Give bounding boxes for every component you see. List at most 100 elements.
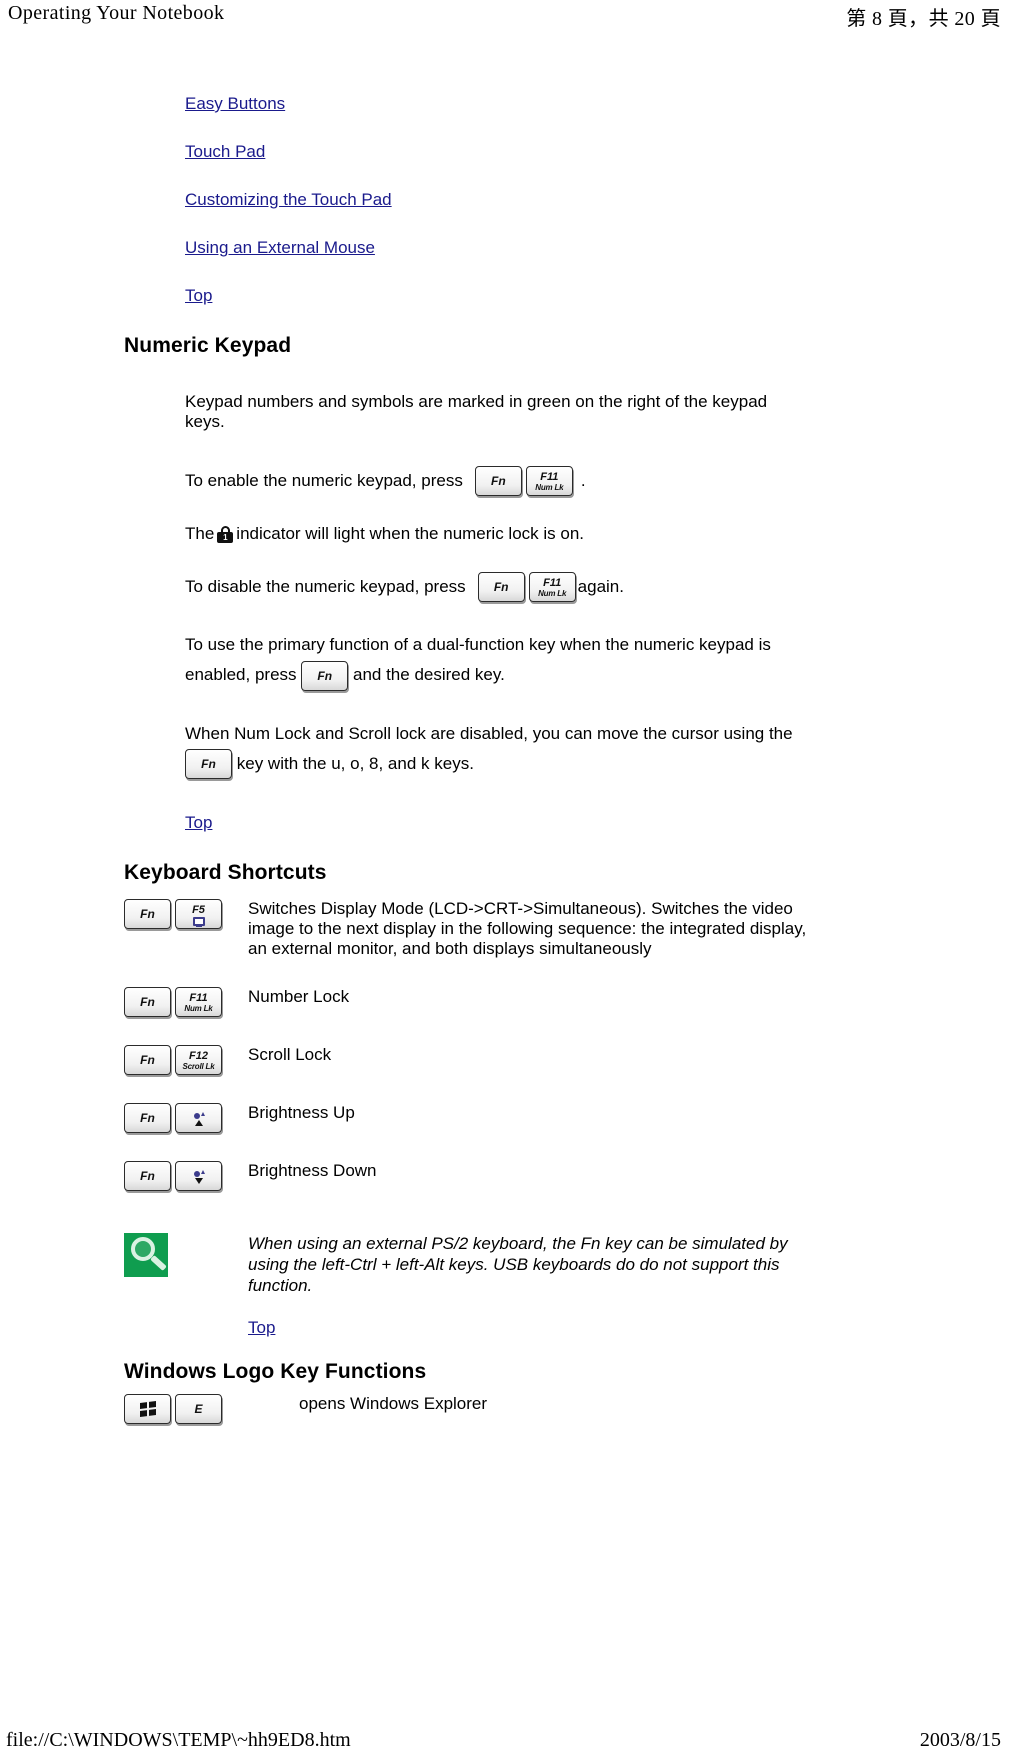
- keycap-fn: Fn: [124, 987, 171, 1018]
- disable-text-before: To disable the numeric keypad, press: [185, 577, 466, 596]
- brightness-down-icon: [193, 1170, 205, 1185]
- keyboard-shortcuts-table: Fn F5 Switches Display Mode (LCD->CRT->S…: [0, 885, 1013, 1338]
- note-callout: When using an external PS/2 keyboard, th…: [0, 1217, 1013, 1296]
- keycap-f11-bottom-label: Num Lk: [184, 1004, 213, 1014]
- shortcut-row: Fn Brightness Up: [0, 1101, 1013, 1134]
- keycombo-fn-brightness-up: Fn: [124, 1103, 222, 1134]
- toc-link-list: Easy Buttons Touch Pad Customizing the T…: [0, 34, 1013, 306]
- shortcut-row: Fn F12 Scroll Lk Scroll Lock: [0, 1043, 1013, 1076]
- keycap-fn: Fn: [474, 466, 522, 496]
- keycap-f11-top-label: F11: [189, 992, 208, 1005]
- monitor-icon: [192, 916, 205, 926]
- magnifier-handle: [150, 1255, 167, 1271]
- page-header-page-indicator: 第 8 頁，共 20 頁: [846, 8, 1001, 30]
- heading-numeric-keypad: Numeric Keypad: [124, 334, 292, 357]
- keycap-fn: Fn: [124, 1103, 171, 1134]
- keycap-windows-logo: [124, 1394, 171, 1425]
- keycap-f11-top-label: F11: [543, 577, 562, 589]
- keycap-f12-bottom-label: Scroll Lk: [182, 1062, 215, 1072]
- disable-text-after: again.: [577, 577, 624, 596]
- note-icon-cell: [124, 1233, 248, 1278]
- windows-logo-description: opens Windows Explorer: [299, 1394, 488, 1414]
- page-footer: file://C:\WINDOWS\TEMP\~hh9ED8.htm 2003/…: [0, 1718, 1013, 1754]
- top-link-row-2: Top: [0, 813, 1013, 833]
- numeric-keypad-indicator-row: The 1 indicator will light when the nume…: [0, 524, 1013, 544]
- shortcut-description: Brightness Down: [248, 1161, 377, 1181]
- page-footer-file-path: file://C:\WINDOWS\TEMP\~hh9ED8.htm: [6, 1729, 351, 1751]
- keycombo-fn-f11-disable: Fn F11 Num Lk: [477, 572, 576, 602]
- shortcut-description: Scroll Lock: [248, 1045, 332, 1065]
- keycap-fn-label: Fn: [493, 580, 509, 594]
- keycombo-fn-f11: Fn F11 Num Lk: [124, 987, 222, 1018]
- keycombo-fn-f12: Fn F12 Scroll Lk: [124, 1045, 222, 1076]
- keycap-brightness-up: [175, 1103, 222, 1134]
- toc-item: Easy Buttons: [0, 94, 1013, 114]
- shortcut-row: Fn F5 Switches Display Mode (LCD->CRT->S…: [0, 897, 1013, 959]
- shortcut-keys-fn-f5: Fn F5: [124, 897, 248, 930]
- sun-icon: [193, 1170, 205, 1178]
- keycap-letter-e: E: [175, 1394, 222, 1425]
- lock-icon: 1: [217, 525, 234, 543]
- link-easy-buttons[interactable]: Easy Buttons: [185, 94, 285, 113]
- keycombo-fn-primary: Fn: [301, 660, 349, 691]
- windows-logo-row: E opens Windows Explorer: [0, 1384, 1013, 1425]
- link-using-an-external-mouse[interactable]: Using an External Mouse: [185, 238, 375, 257]
- link-top-1[interactable]: Top: [185, 286, 212, 305]
- keycap-f11-numlk: F11 Num Lk: [175, 987, 222, 1018]
- keycap-brightness-down: [175, 1161, 222, 1192]
- note-text: When using an external PS/2 keyboard, th…: [248, 1234, 788, 1296]
- enable-text-before: To enable the numeric keypad, press: [185, 471, 463, 490]
- keycombo-fn-cursor: Fn: [185, 749, 232, 780]
- numeric-keypad-enable-row: To enable the numeric keypad, press Fn F…: [0, 466, 1013, 496]
- keycombo-winlogo-e: E: [124, 1394, 222, 1425]
- page-header-title: Operating Your Notebook: [8, 2, 225, 24]
- link-top-2[interactable]: Top: [185, 813, 212, 832]
- shortcut-keys-brightness-down: Fn: [124, 1159, 248, 1192]
- heading-keyboard-shortcuts: Keyboard Shortcuts: [124, 861, 327, 885]
- keycap-f5-display: F5: [175, 899, 222, 930]
- keycap-fn-label: Fn: [140, 1053, 155, 1068]
- keycap-fn: Fn: [124, 1045, 171, 1076]
- keycombo-fn-brightness-down: Fn: [124, 1161, 222, 1192]
- numeric-keypad-cursor-row: When Num Lock and Scroll lock are disabl…: [0, 719, 800, 780]
- keycap-fn: Fn: [477, 572, 525, 602]
- shortcut-description: Brightness Up: [248, 1103, 355, 1123]
- keycap-f11-top-label: F11: [540, 471, 559, 483]
- indicator-text-after: indicator will light when the numeric lo…: [236, 524, 585, 543]
- keycap-fn-label: Fn: [140, 1169, 155, 1184]
- keycap-fn-label: Fn: [140, 1111, 155, 1126]
- keycap-fn-label: Fn: [140, 907, 155, 922]
- indicator-text-before: The: [185, 524, 215, 543]
- keycap-f11-bottom-label: Num Lk: [535, 483, 564, 492]
- shortcut-keys-fn-f12: Fn F12 Scroll Lk: [124, 1043, 248, 1076]
- keycap-fn-label: Fn: [201, 757, 216, 772]
- link-customizing-the-touch-pad[interactable]: Customizing the Touch Pad: [185, 190, 392, 209]
- keycap-fn-label: Fn: [317, 668, 333, 683]
- cursor-text-before: When Num Lock and Scroll lock are disabl…: [185, 723, 793, 743]
- keycap-fn: Fn: [301, 660, 349, 691]
- brightness-up-icon: [193, 1112, 205, 1127]
- link-touch-pad[interactable]: Touch Pad: [185, 142, 265, 161]
- toc-item: Top: [0, 286, 1013, 306]
- keycap-fn-label: Fn: [140, 995, 155, 1010]
- lock-icon-body: 1: [217, 531, 234, 543]
- toc-item: Touch Pad: [0, 142, 1013, 162]
- magnifier-note-icon: [124, 1233, 168, 1278]
- triangle-up-icon: [194, 1120, 203, 1127]
- page-footer-date: 2003/8/15: [919, 1729, 1001, 1751]
- top-link-row-3: Top: [0, 1318, 1013, 1338]
- shortcut-row: Fn F11 Num Lk Number Lock: [0, 985, 1013, 1018]
- numeric-keypad-paragraph-1: Keypad numbers and symbols are marked in…: [185, 392, 768, 431]
- keycombo-fn-f11-enable: Fn F11 Num Lk: [474, 466, 573, 496]
- enable-text-after: .: [580, 471, 586, 490]
- shortcut-description: Number Lock: [248, 987, 350, 1007]
- keycap-fn: Fn: [124, 1161, 171, 1192]
- windows-logo-keys: E: [124, 1394, 299, 1425]
- numeric-keypad-disable-row: To disable the numeric keypad, press Fn …: [0, 572, 1013, 602]
- heading-windows-logo-key-functions: Windows Logo Key Functions: [124, 1360, 427, 1384]
- keycap-fn: Fn: [124, 899, 171, 930]
- link-top-3[interactable]: Top: [248, 1318, 275, 1337]
- keycombo-fn-f5: Fn F5: [124, 899, 222, 930]
- triangle-down-icon: [194, 1178, 203, 1185]
- page-header: Operating Your Notebook 第 8 頁，共 20 頁: [0, 0, 1013, 34]
